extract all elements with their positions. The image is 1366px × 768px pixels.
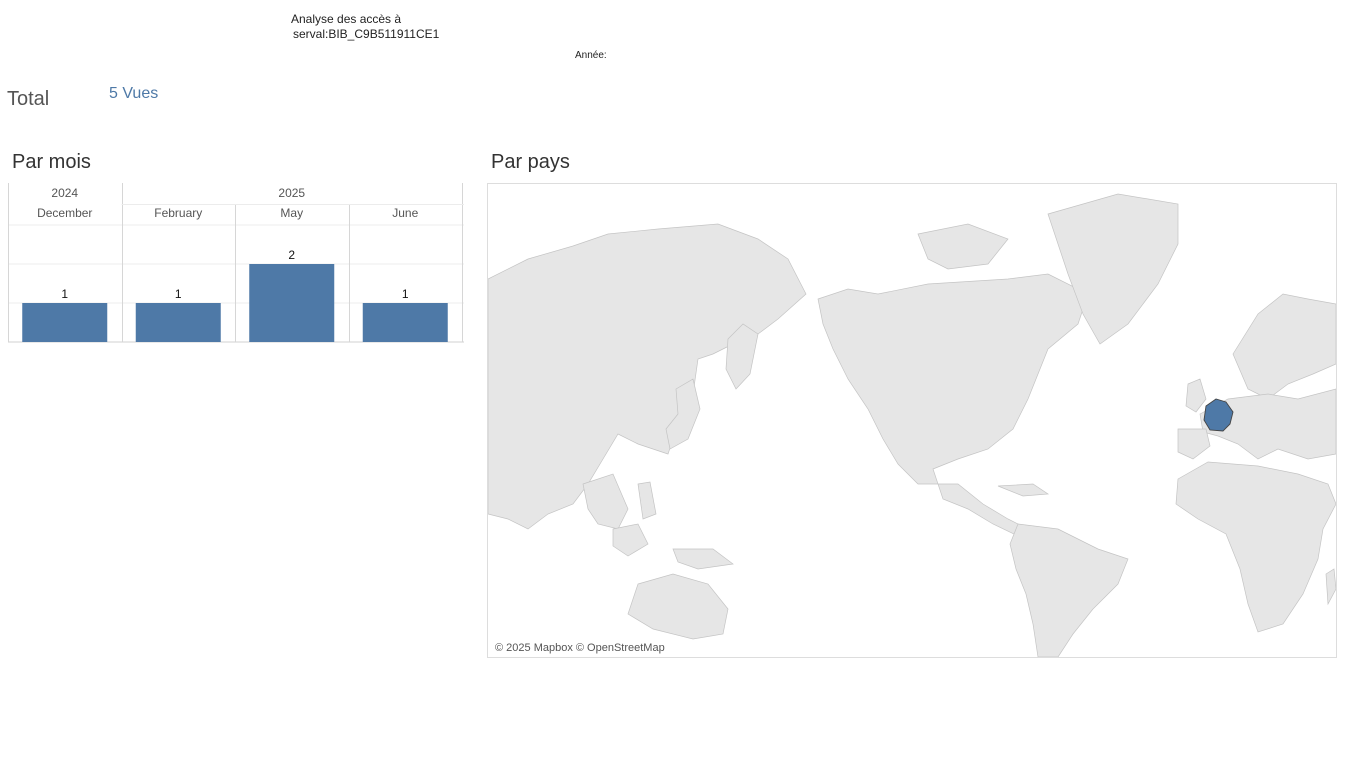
land-cuba: [997, 483, 1050, 497]
bar: [22, 303, 108, 342]
map-attribution: © 2025 Mapbox © OpenStreetMap: [495, 642, 665, 654]
land-se-asia: [582, 473, 629, 530]
land-south-america: [1009, 523, 1129, 657]
land-africa: [1175, 461, 1336, 633]
month-label: February: [154, 206, 202, 220]
month-label: June: [392, 206, 418, 220]
bar-value-label: 1: [61, 287, 68, 301]
month-label: May: [280, 206, 303, 220]
report-title: Analyse des accès à serval:BIB_C9B511911…: [291, 12, 439, 42]
by-country-title: Par pays: [491, 151, 570, 173]
land-uk: [1185, 378, 1207, 413]
report-title-line1: Analyse des accès à: [291, 12, 402, 26]
bar: [135, 303, 221, 342]
total-views-value[interactable]: 5 Vues: [109, 85, 158, 103]
bar-value-label: 1: [175, 287, 182, 301]
monthly-bar-chart: 2024 2025 December 1 February 1 May 2 June 1: [8, 183, 464, 345]
land-iberia: [1177, 428, 1211, 460]
world-map-svg: [488, 193, 1336, 657]
year-header-label: 2025: [278, 186, 305, 200]
bar: [249, 264, 335, 342]
land-philippines: [637, 481, 657, 520]
year-filter-label: Année:: [575, 50, 607, 61]
land-new-guinea: [672, 548, 734, 570]
country-map[interactable]: [487, 183, 1337, 658]
land-madagascar: [1325, 568, 1336, 606]
total-label: Total: [7, 88, 50, 110]
by-month-title: Par mois: [12, 151, 91, 173]
land-scandinavia: [1232, 293, 1336, 400]
monthly-bar-chart-svg: 2024 2025 December 1 February 1 May 2 June 1: [8, 183, 464, 343]
land-arctic-islands: [917, 223, 1009, 270]
year-header-label: 2024: [51, 186, 78, 200]
bar-value-label: 1: [402, 287, 409, 301]
land-north-america: [817, 273, 1089, 485]
bar-value-label: 2: [288, 248, 295, 262]
bar: [362, 303, 448, 342]
land-australia: [627, 573, 729, 640]
land-borneo: [612, 523, 649, 557]
month-label: December: [37, 206, 92, 220]
report-title-line2: serval:BIB_C9B511911CE1: [293, 27, 440, 41]
